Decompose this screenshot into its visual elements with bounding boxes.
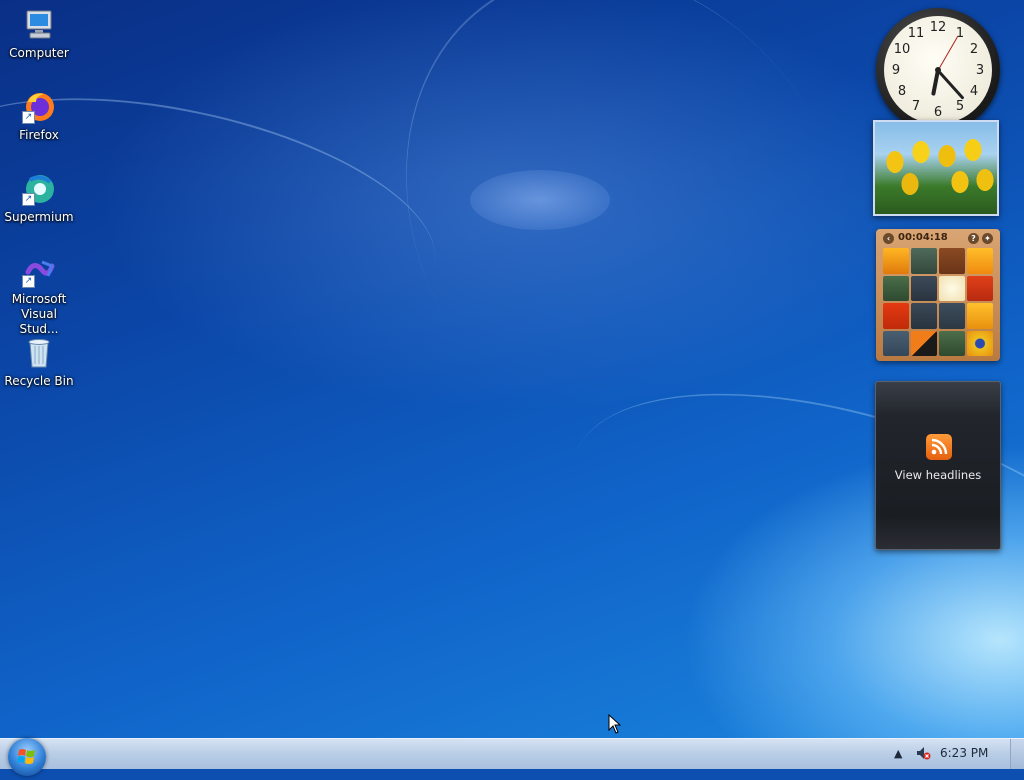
puzzle-grid xyxy=(883,248,993,356)
desktop-icon-label: Microsoft Visual Stud... xyxy=(11,292,67,336)
puzzle-tile[interactable] xyxy=(939,303,965,329)
volume-muted-icon[interactable] xyxy=(915,745,931,764)
puzzle-timer: 00:04:18 xyxy=(898,232,948,243)
show-hidden-icons-chevron-icon[interactable]: ▲ xyxy=(894,747,902,760)
clock-number: 2 xyxy=(969,42,979,57)
desktop-icon-firefox[interactable]: ↗ Firefox xyxy=(0,90,78,143)
puzzle-tile[interactable] xyxy=(939,248,965,274)
puzzle-tile[interactable] xyxy=(967,275,993,301)
clock-number: 5 xyxy=(955,99,965,114)
taskbar-clock[interactable]: 6:23 PM xyxy=(940,746,988,760)
clock-number: 4 xyxy=(969,84,979,99)
puzzle-toolbar: ‹ 00:04:18 ? ✦ xyxy=(880,232,996,246)
clock-gadget[interactable]: 12 1 2 3 4 5 6 7 8 9 10 11 xyxy=(876,8,1000,132)
puzzle-tile[interactable] xyxy=(883,330,909,356)
desktop-icon-label: Recycle Bin xyxy=(4,374,74,388)
clock-center-pin xyxy=(935,67,941,73)
clock-number: 11 xyxy=(907,26,925,41)
desktop-icon-label: Supermium xyxy=(4,210,74,224)
visual-studio-icon: ↗ xyxy=(22,254,56,288)
clock-number: 10 xyxy=(893,42,911,57)
puzzle-tile[interactable] xyxy=(883,248,909,274)
desktop-icon-label: Firefox xyxy=(19,128,59,142)
desktop-icon-supermium[interactable]: ↗ Supermium xyxy=(0,172,78,225)
puzzle-help-icon[interactable]: ? xyxy=(968,233,979,244)
clock-number: 1 xyxy=(955,26,965,41)
clock-second-hand xyxy=(937,35,959,71)
picture-puzzle-gadget[interactable]: ‹ 00:04:18 ? ✦ xyxy=(876,229,1000,361)
show-desktop-button[interactable] xyxy=(1010,739,1024,769)
shortcut-arrow-icon: ↗ xyxy=(22,111,35,124)
windows-logo-icon xyxy=(17,749,35,764)
clock-number: 9 xyxy=(891,63,901,78)
taskbar: ▲ 6:23 PM xyxy=(0,738,1024,769)
puzzle-tile[interactable] xyxy=(911,303,937,329)
mouse-cursor-icon xyxy=(608,713,622,738)
shortcut-arrow-icon: ↗ xyxy=(22,193,35,206)
rss-icon xyxy=(926,434,952,460)
puzzle-solve-icon[interactable]: ✦ xyxy=(982,233,993,244)
clock-number: 8 xyxy=(897,84,907,99)
clock-face: 12 1 2 3 4 5 6 7 8 9 10 11 xyxy=(884,16,992,124)
desktop-icon-visual-studio[interactable]: ↗ Microsoft Visual Stud... xyxy=(0,254,78,337)
recycle-bin-icon xyxy=(22,336,56,370)
puzzle-tile[interactable] xyxy=(967,248,993,274)
firefox-icon: ↗ xyxy=(22,90,56,124)
start-button[interactable] xyxy=(8,738,46,776)
desktop-icon-recycle-bin[interactable]: Recycle Bin xyxy=(0,336,78,389)
clock-number: 12 xyxy=(929,20,947,35)
clock-number: 7 xyxy=(911,99,921,114)
desktop-icon-computer[interactable]: Computer xyxy=(0,8,78,61)
puzzle-tile[interactable] xyxy=(967,330,993,356)
supermium-icon: ↗ xyxy=(22,172,56,206)
puzzle-tile[interactable] xyxy=(883,275,909,301)
clock-number: 3 xyxy=(975,63,985,78)
wallpaper-glow xyxy=(470,170,610,230)
shortcut-arrow-icon: ↗ xyxy=(22,275,35,288)
puzzle-tile[interactable] xyxy=(883,303,909,329)
puzzle-tile[interactable] xyxy=(939,275,965,301)
clock-minute-hand xyxy=(936,68,965,100)
puzzle-tile[interactable] xyxy=(911,330,937,356)
feed-headlines-gadget[interactable]: View headlines xyxy=(875,381,1001,550)
view-headlines-link[interactable]: View headlines xyxy=(876,468,1000,482)
desktop-icon-label: Computer xyxy=(9,46,69,60)
puzzle-back-icon[interactable]: ‹ xyxy=(883,233,894,244)
slideshow-gadget-photo[interactable] xyxy=(873,120,999,216)
puzzle-tile[interactable] xyxy=(939,330,965,356)
computer-icon xyxy=(22,8,56,42)
puzzle-tile[interactable] xyxy=(911,248,937,274)
puzzle-tile[interactable] xyxy=(911,275,937,301)
desktop-wallpaper xyxy=(0,0,1024,772)
clock-number: 6 xyxy=(933,105,943,120)
puzzle-tile[interactable] xyxy=(967,303,993,329)
